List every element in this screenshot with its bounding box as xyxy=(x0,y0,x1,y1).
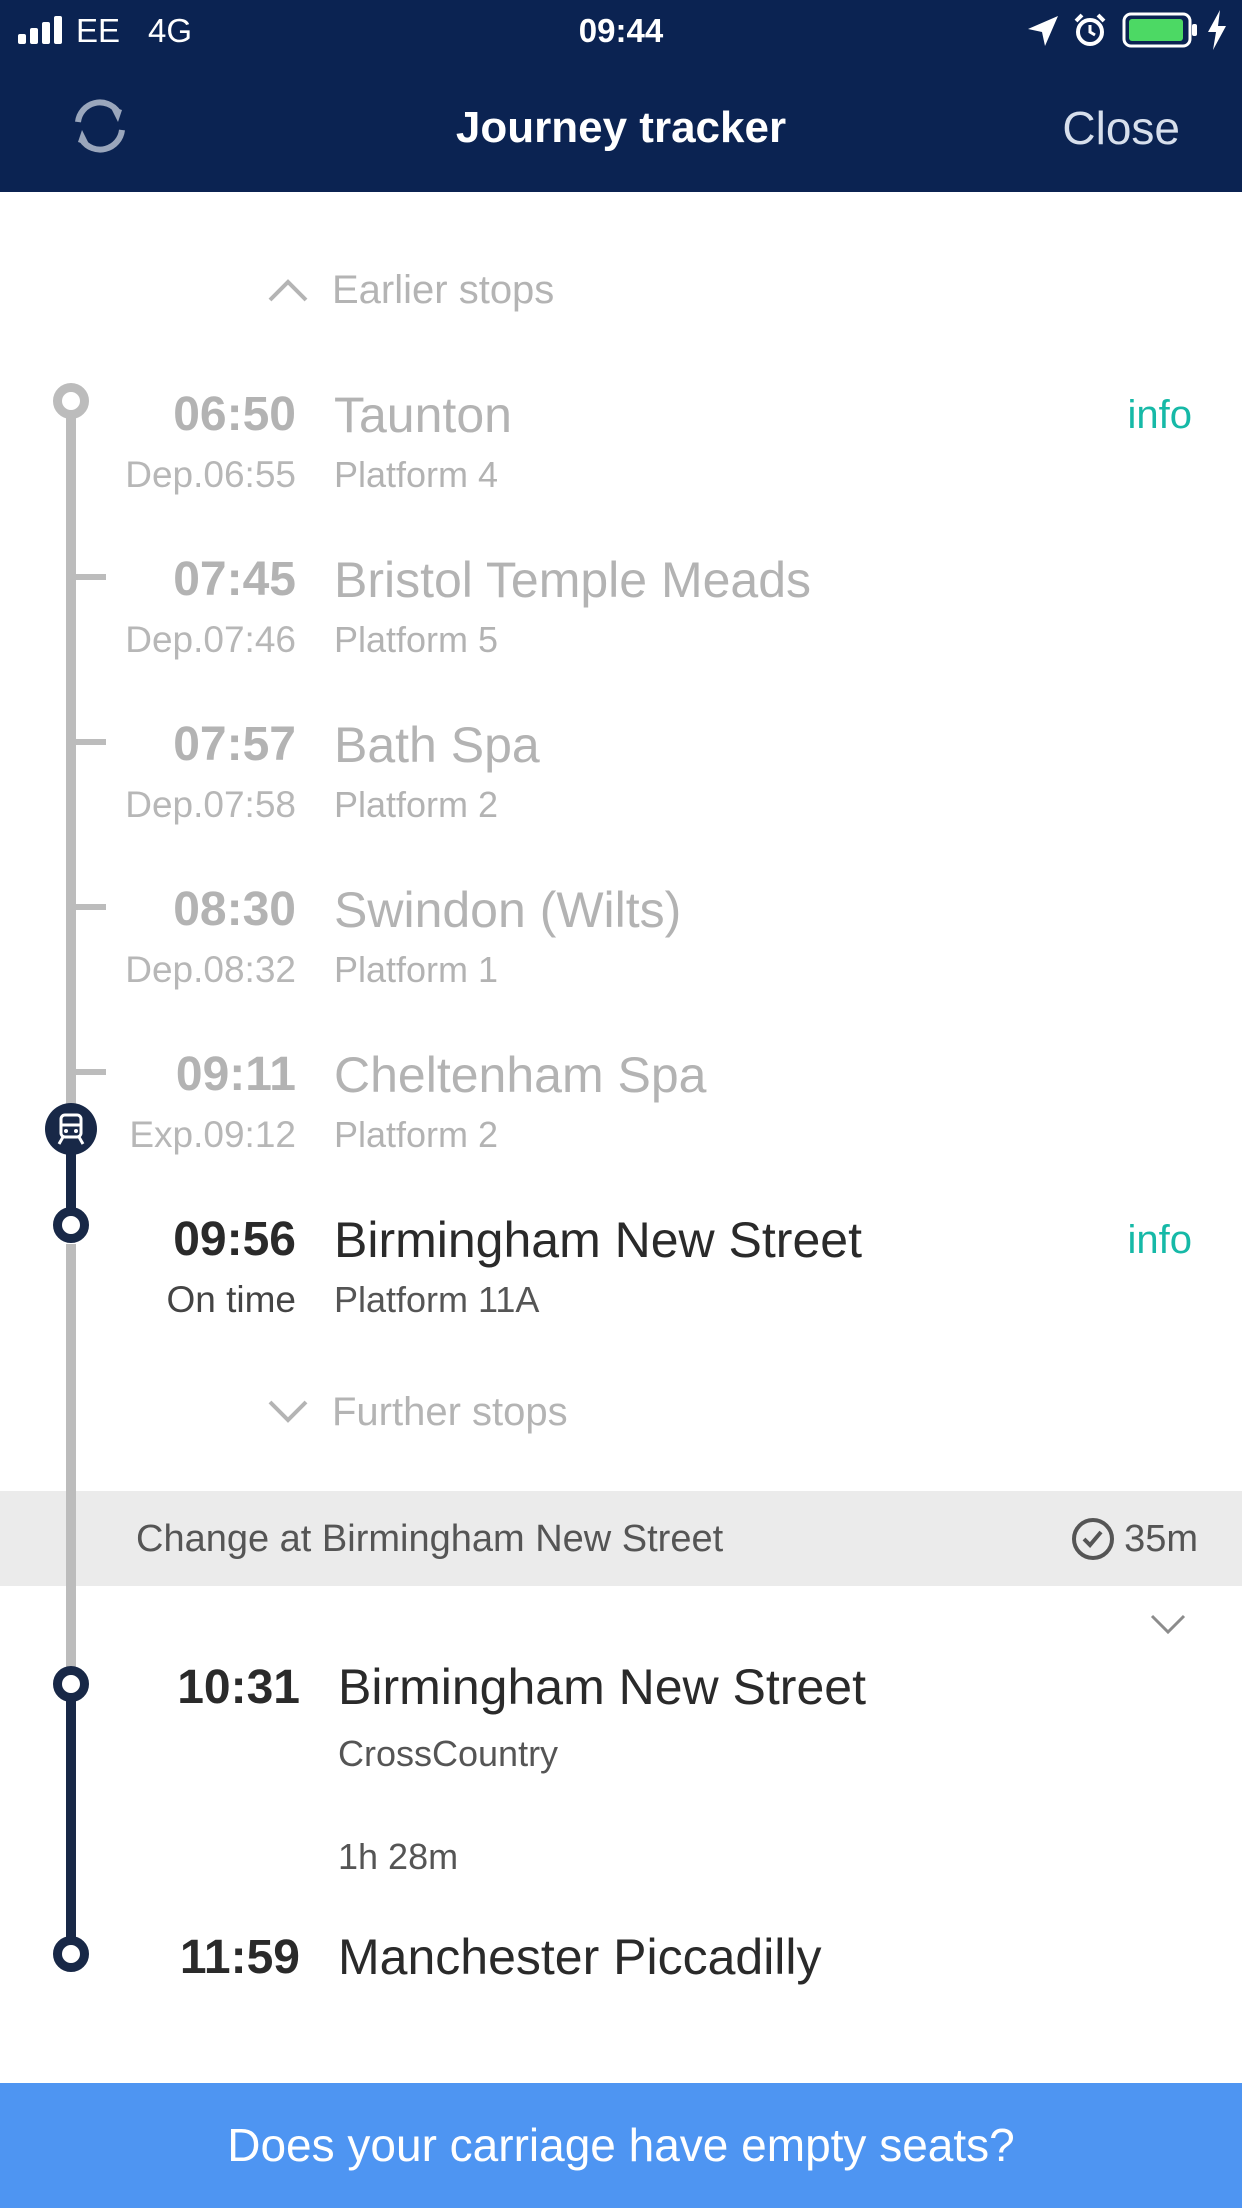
page-title: Journey tracker xyxy=(455,103,787,152)
timeline-tick xyxy=(76,904,106,910)
stop-station: Cheltenham Spa xyxy=(334,1047,707,1103)
timeline-tick xyxy=(76,574,106,580)
further-stops-toggle[interactable]: Further stops xyxy=(266,1382,568,1442)
stop-station: Swindon (Wilts) xyxy=(334,882,682,938)
app-header: EE 4G 09:44 Journey tracker Close xyxy=(0,0,1242,192)
stop-station: Taunton xyxy=(334,387,512,443)
stop-time: 06:50 xyxy=(173,388,296,441)
location-arrow-icon xyxy=(1028,16,1058,46)
empty-seats-button[interactable]: Does your carriage have empty seats? xyxy=(0,2083,1242,2208)
leg-departure-time: 10:31 xyxy=(177,1661,300,1714)
timeline-line-upcoming xyxy=(66,1244,76,1684)
timeline-line-travelled xyxy=(66,1491,76,1586)
alarm-icon xyxy=(1074,13,1106,46)
stop-platform: Platform 2 xyxy=(334,784,499,825)
timeline-line-travelled xyxy=(66,400,76,1130)
stop-departure: Dep.07:46 xyxy=(125,619,296,660)
leg-operator: CrossCountry xyxy=(338,1733,559,1774)
info-link[interactable]: info xyxy=(1128,1215,1193,1265)
stop-platform: Platform 5 xyxy=(334,619,499,660)
earlier-stops-toggle[interactable]: Earlier stops xyxy=(266,260,554,320)
stop-departure: Dep.06:55 xyxy=(125,454,296,495)
stop-platform: Platform 4 xyxy=(334,454,499,495)
close-button[interactable]: Close xyxy=(1062,100,1180,156)
stop-platform: Platform 2 xyxy=(334,1114,499,1155)
change-duration: 35m xyxy=(1070,1516,1198,1562)
earlier-stops-label: Earlier stops xyxy=(332,267,555,312)
chevron-up-icon xyxy=(268,279,308,302)
battery-icon xyxy=(1122,12,1197,48)
leg-arrival-time: 11:59 xyxy=(179,1931,300,1984)
stop-time: 07:57 xyxy=(173,718,296,771)
stop-platform: Platform 1 xyxy=(334,949,499,990)
train-icon xyxy=(57,1113,85,1145)
timeline-node-destination xyxy=(53,1936,89,1972)
stop-platform: Platform 11A xyxy=(334,1279,540,1320)
timeline-tick xyxy=(76,739,106,745)
timeline-node-start xyxy=(53,383,89,419)
charging-icon xyxy=(1208,10,1226,50)
clock-icon xyxy=(1072,1518,1115,1560)
leg-departure-station: Birmingham New Street xyxy=(338,1659,866,1715)
timeline-node-change xyxy=(53,1207,89,1243)
stop-station: Bath Spa xyxy=(334,717,540,773)
change-label: Change at Birmingham New Street xyxy=(136,1518,724,1560)
stop-time: 09:56 xyxy=(173,1213,296,1266)
stop-station: Birmingham New Street xyxy=(334,1212,862,1268)
stop-departure: Dep.08:32 xyxy=(125,949,296,990)
stop-departure: Dep.07:58 xyxy=(125,784,296,825)
stop-time: 07:45 xyxy=(173,553,296,606)
timeline-node-next-departure xyxy=(53,1666,89,1702)
train-position-marker xyxy=(45,1103,97,1155)
stop-expected: Exp.09:12 xyxy=(129,1114,296,1155)
timeline-line-next-leg xyxy=(66,1684,76,1954)
chevron-down-icon[interactable] xyxy=(1148,1612,1188,1638)
further-stops-label: Further stops xyxy=(332,1389,568,1434)
leg-arrival-station: Manchester Piccadilly xyxy=(338,1929,822,1985)
stop-time: 09:11 xyxy=(175,1048,296,1101)
leg-duration: 1h 28m xyxy=(338,1836,459,1877)
timeline-tick xyxy=(76,1069,106,1075)
stop-time: 08:30 xyxy=(173,883,296,936)
change-duration-value: 35m xyxy=(1124,1518,1198,1560)
chevron-down-icon xyxy=(268,1400,308,1423)
stop-status: On time xyxy=(166,1279,296,1320)
info-link[interactable]: info xyxy=(1128,390,1193,440)
stop-station: Bristol Temple Meads xyxy=(334,552,812,608)
